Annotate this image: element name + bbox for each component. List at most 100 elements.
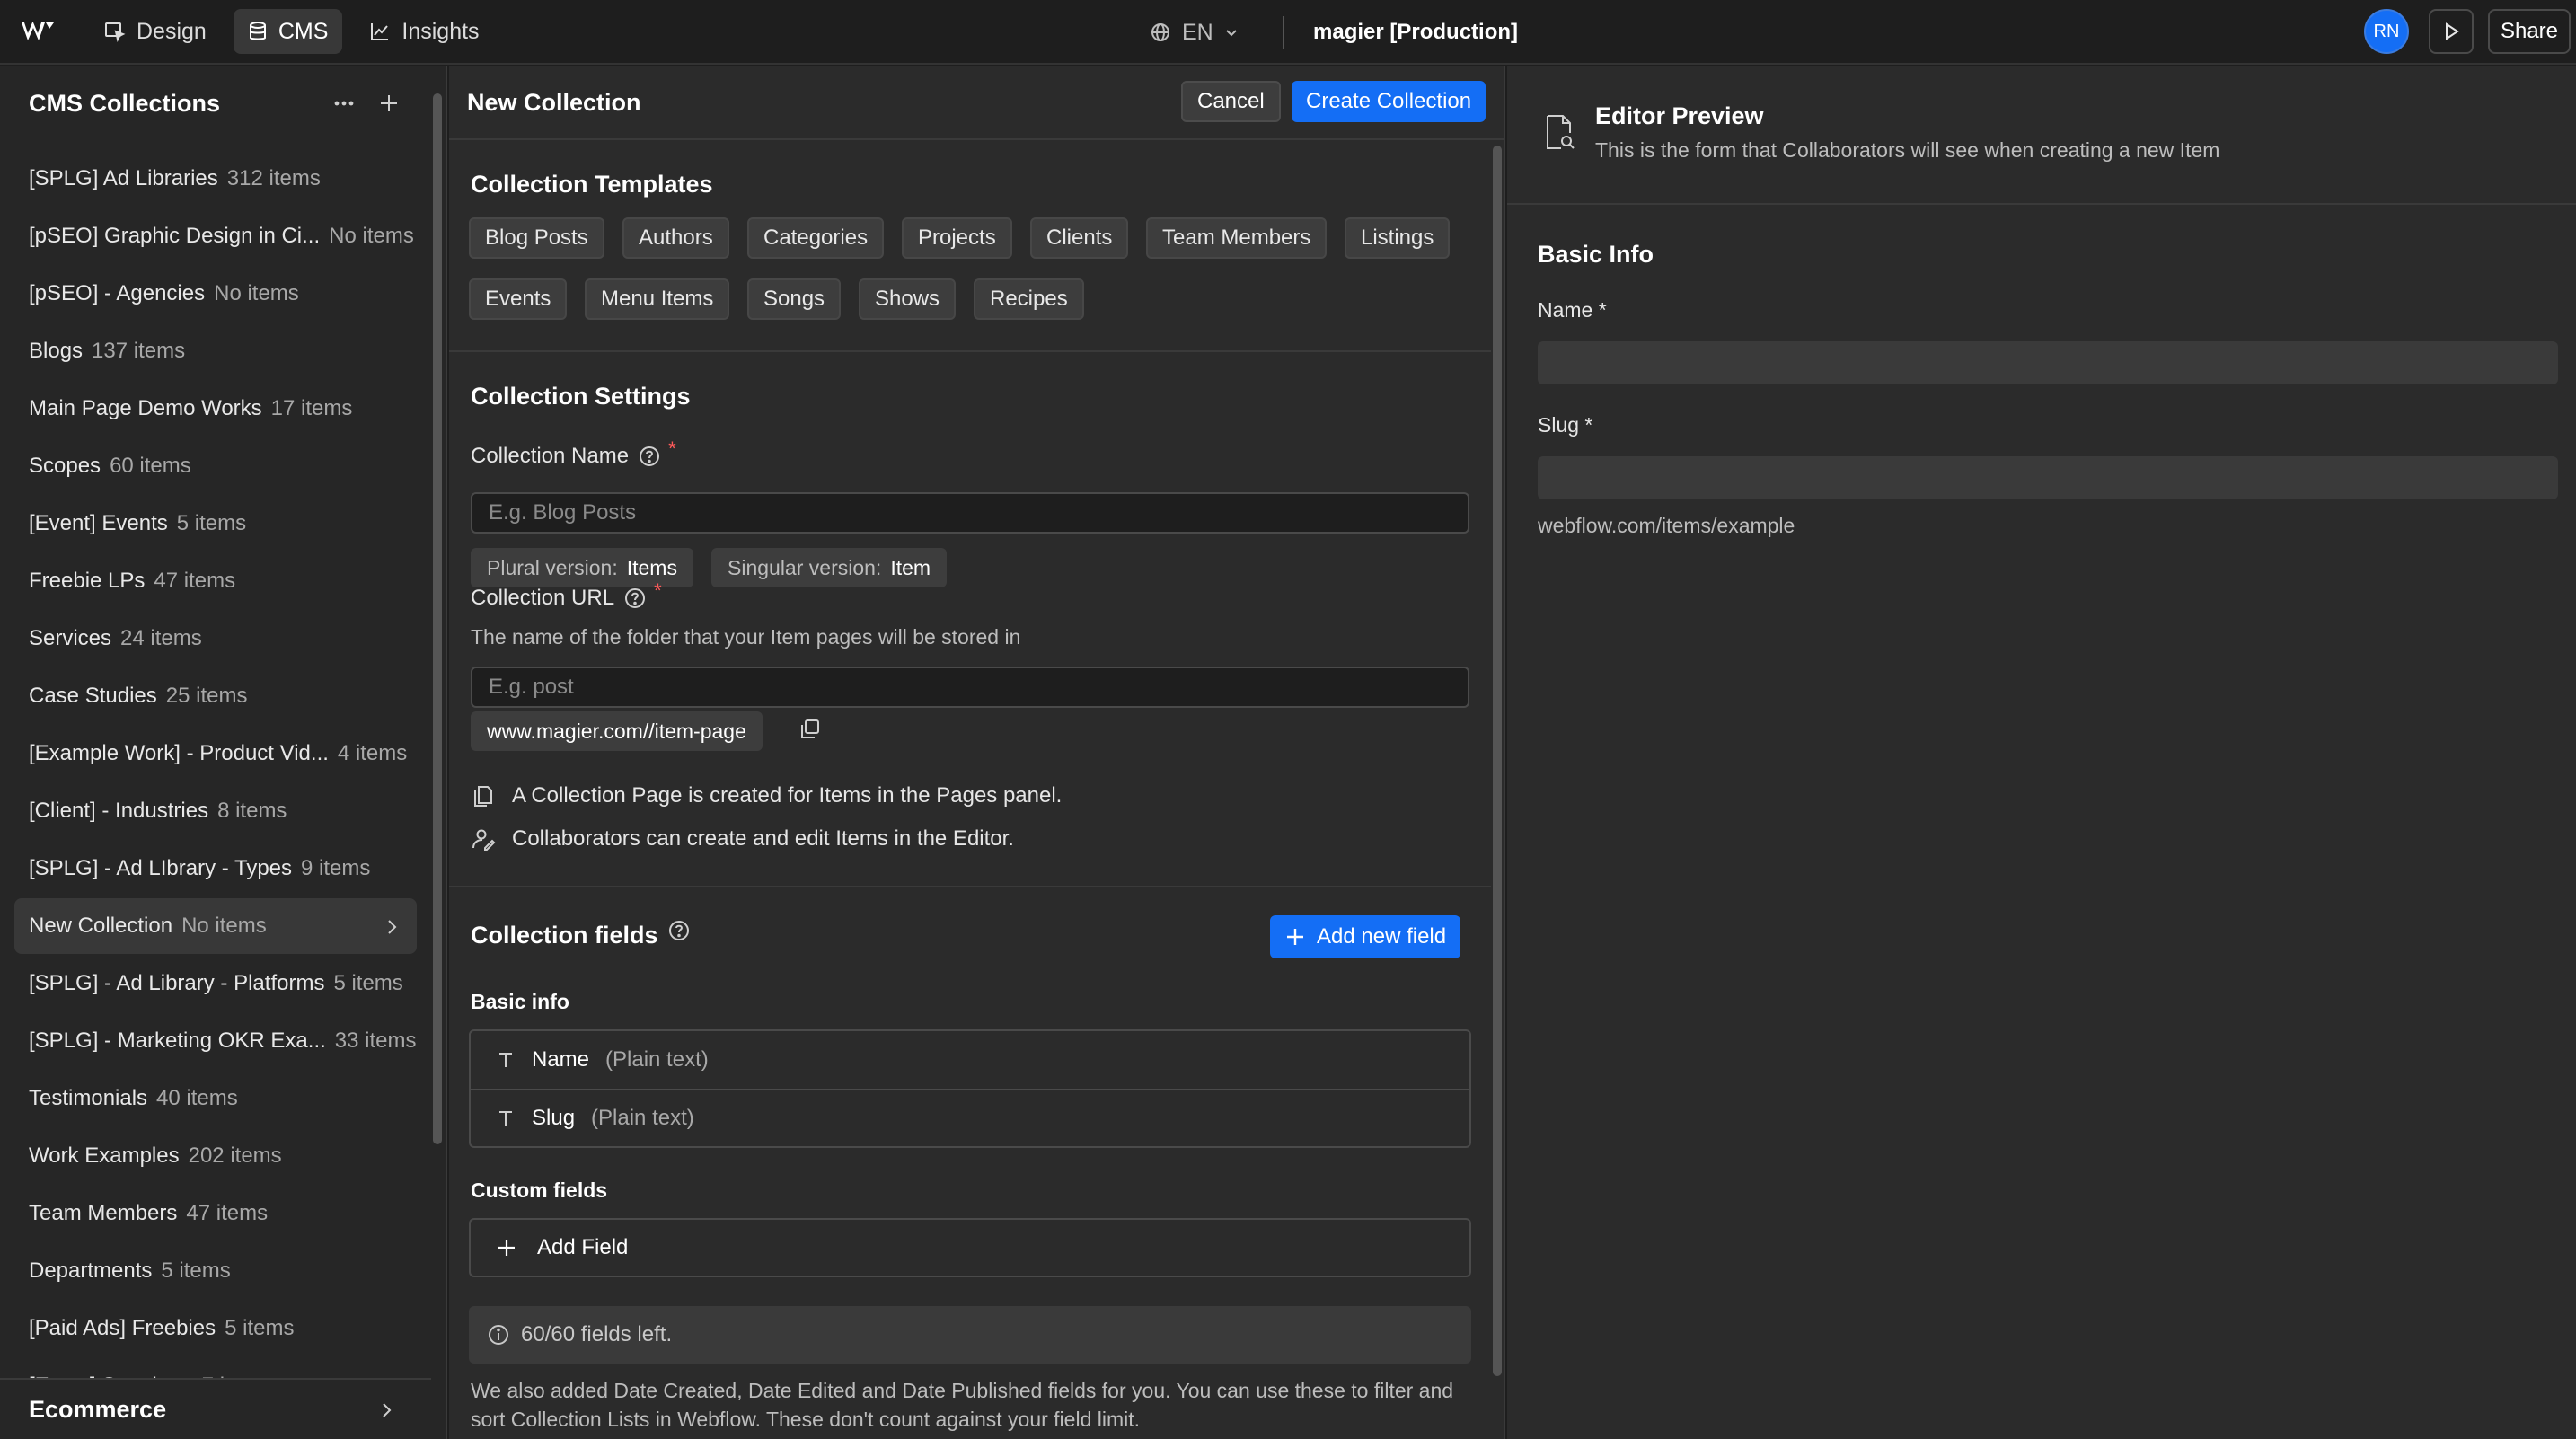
avatar[interactable]: RN (2364, 9, 2409, 54)
template-chip[interactable]: Listings (1345, 217, 1451, 259)
sidebar-collection-item[interactable]: Team Members 47 items (14, 1186, 417, 1241)
collection-count: 60 items (110, 454, 191, 478)
tab-cms[interactable]: CMS (233, 9, 343, 54)
share-button[interactable]: Share (2488, 9, 2571, 54)
collection-count: 25 items (165, 684, 248, 708)
tab-design[interactable]: Design (90, 9, 221, 54)
collection-count: No items (329, 224, 414, 248)
database-icon (248, 21, 268, 42)
sidebar-collection-item[interactable]: Scopes 60 items (14, 438, 417, 494)
sidebar-collection-item[interactable]: New Collection No items (14, 898, 417, 954)
help-icon[interactable] (638, 445, 661, 468)
document-search-icon (1545, 113, 1575, 151)
template-chip[interactable]: Menu Items (585, 278, 730, 320)
template-chip[interactable]: Recipes (974, 278, 1084, 320)
custom-fields-label: Custom fields (471, 1179, 608, 1202)
sidebar-collection-item[interactable]: [pSEO] Graphic Design in Ci... No items (14, 208, 417, 264)
sidebar-collection-item[interactable]: Testimonials 40 items (14, 1071, 417, 1126)
sidebar-collection-item[interactable]: [Paid Ads] Freebies 5 items (14, 1301, 417, 1356)
panel-header: New Collection Cancel Create Collection (449, 66, 1504, 140)
date-fields-note: We also added Date Created, Date Edited … (471, 1379, 1454, 1431)
sidebar-collection-item[interactable]: [pSEO] - Agencies No items (14, 266, 417, 322)
sidebar-collection-item[interactable]: Case Studies 25 items (14, 668, 417, 724)
sidebar-collection-item[interactable]: Main Page Demo Works 17 items (14, 381, 417, 437)
play-icon (2441, 22, 2461, 41)
add-new-field-label: Add new field (1317, 924, 1447, 949)
collection-count: No items (181, 914, 267, 938)
preview-button[interactable] (2429, 9, 2474, 54)
template-chip[interactable]: Projects (902, 217, 1012, 259)
add-new-field-button[interactable]: Add new field (1270, 915, 1461, 958)
help-icon[interactable] (667, 919, 691, 942)
template-chip[interactable]: Team Members (1146, 217, 1328, 259)
singular-value: Item (890, 555, 931, 579)
tab-insights-label: Insights (401, 18, 480, 44)
panel-scrollbar[interactable] (1493, 146, 1502, 1376)
ecommerce-label: Ecommerce (29, 1395, 167, 1423)
url-preview-pill: www.magier.com//item-page (471, 711, 763, 751)
webflow-logo-icon[interactable] (18, 12, 57, 51)
collection-name: Services (29, 626, 112, 650)
sidebar-collection-item[interactable]: [SPLG] - Ad LIbrary - Types 9 items (14, 841, 417, 896)
info-collaborators: Collaborators can create and edit Items … (471, 826, 1014, 852)
new-collection-panel: New Collection Cancel Create Collection … (449, 66, 1505, 1439)
section-divider (449, 886, 1491, 887)
collection-count: 5 items (225, 1316, 295, 1340)
language-label: EN (1182, 19, 1213, 45)
template-chip[interactable]: Categories (747, 217, 885, 259)
sidebar-collection-item[interactable]: Services 24 items (14, 611, 417, 667)
template-chip[interactable]: Events (469, 278, 568, 320)
collection-count: 5 items (161, 1258, 231, 1283)
basic-info-label: Basic info (471, 990, 569, 1013)
copy-icon[interactable] (798, 717, 823, 742)
sidebar-collection-item[interactable]: Freebie LPs 47 items (14, 553, 417, 609)
template-chip[interactable]: Songs (747, 278, 842, 320)
collection-url-input[interactable]: E.g. post (471, 667, 1469, 708)
sidebar-collection-item[interactable]: [Event] Events 5 items (14, 496, 417, 552)
template-chip[interactable]: Clients (1030, 217, 1129, 259)
sidebar-scrollbar[interactable] (433, 93, 442, 1144)
language-selector[interactable]: EN (1150, 0, 1239, 65)
template-chip[interactable]: Authors (622, 217, 729, 259)
more-options-icon[interactable] (331, 90, 357, 117)
preview-slug-input[interactable] (1538, 456, 2558, 499)
collection-count: 4 items (337, 741, 408, 765)
template-chip[interactable]: Blog Posts (469, 217, 604, 259)
fields-title-text: Collection fields (471, 922, 658, 949)
sidebar-collection-item[interactable]: Work Examples 202 items (14, 1128, 417, 1184)
sidebar-collection-item[interactable]: [SPLG] Ad Libraries 312 items (14, 151, 417, 207)
text-type-icon (496, 1050, 516, 1070)
sidebar-collection-item[interactable]: Blogs 137 items (14, 323, 417, 379)
sidebar-collection-item[interactable]: Departments 5 items (14, 1243, 417, 1299)
sidebar-collection-item[interactable]: [Example Work] - Product Vid... 4 items (14, 726, 417, 781)
preview-section-title: Basic Info (1538, 241, 1654, 268)
info-collection-page: A Collection Page is created for Items i… (471, 783, 1062, 808)
help-icon[interactable] (623, 587, 647, 610)
cancel-button[interactable]: Cancel (1181, 81, 1281, 122)
preview-name-input[interactable] (1538, 341, 2558, 384)
field-name: Name (532, 1047, 590, 1072)
tab-design-label: Design (137, 18, 207, 44)
sidebar-collection-item[interactable]: [SPLG] - Ad Library - Platforms 5 items (14, 956, 417, 1011)
singular-version-pill[interactable]: Singular version: Item (711, 548, 948, 587)
sidebar-item-ecommerce[interactable]: Ecommerce (0, 1378, 431, 1439)
cms-collections-sidebar: CMS Collections [SPLG] Ad Libraries 312 i… (0, 66, 447, 1439)
field-row-name[interactable]: Name (Plain text) (471, 1031, 1469, 1089)
template-chip[interactable]: Shows (859, 278, 957, 320)
collection-url-label-text: Collection URL (471, 586, 615, 610)
templates-title: Collection Templates (471, 171, 713, 198)
add-collection-icon[interactable] (375, 90, 402, 117)
sidebar-collection-item[interactable]: [SPLG] - Marketing OKR Exa... 33 items (14, 1013, 417, 1069)
collection-name: [pSEO] Graphic Design in Ci... (29, 224, 321, 248)
sidebar-collection-item[interactable]: [Client] - Industries 8 items (14, 783, 417, 839)
collection-name: Case Studies (29, 684, 157, 708)
collection-name-input[interactable]: E.g. Blog Posts (471, 492, 1469, 534)
collection-count: 9 items (301, 856, 371, 880)
create-collection-button[interactable]: Create Collection (1292, 81, 1486, 122)
collection-count: 47 items (154, 569, 236, 593)
field-row-slug[interactable]: Slug (Plain text) (471, 1089, 1469, 1146)
fields-left-notice: 60/60 fields left. (469, 1306, 1471, 1364)
site-name[interactable]: magier [Production] (1313, 0, 1518, 65)
tab-insights[interactable]: Insights (355, 9, 493, 54)
add-field-button[interactable]: Add Field (469, 1218, 1471, 1277)
